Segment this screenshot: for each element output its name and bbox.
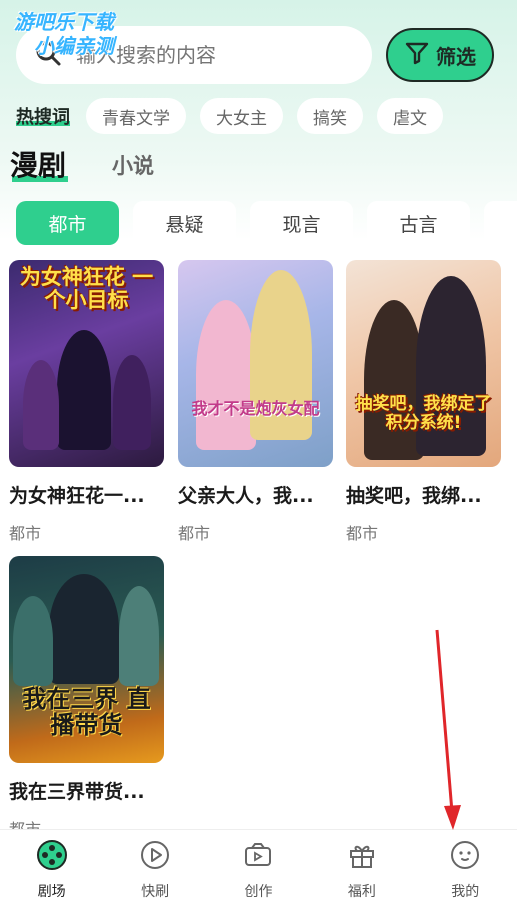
category-chip[interactable]: 现言	[250, 201, 353, 245]
nav-item-create[interactable]: 创作	[213, 839, 303, 901]
hot-chip[interactable]: 虐文	[377, 98, 443, 134]
drama-tag: 都市	[9, 524, 42, 543]
drama-tag: 都市	[178, 524, 211, 543]
hot-chip[interactable]: 青春文学	[86, 98, 186, 134]
content-tabs: 漫剧 小说	[10, 148, 154, 184]
drama-title: 我在三界带货...	[9, 781, 145, 803]
nav-label: 剧场	[37, 883, 66, 900]
category-chip[interactable]: 古言	[367, 201, 470, 245]
drama-title: 抽奖吧，我绑...	[346, 485, 482, 507]
hot-chip[interactable]: 大女主	[200, 98, 283, 134]
cover-art-title: 为女神狂花 一个小目标	[19, 265, 154, 313]
drama-card[interactable]: 我才不是炮灰女配 父亲大人，我... 都市	[178, 260, 333, 544]
filter-label: 筛选	[436, 44, 476, 69]
watermark: 游吧乐下载 小编亲测	[14, 10, 114, 58]
category-row: 都市 悬疑 现言 古言 宫	[16, 201, 517, 247]
nav-label: 快刷	[141, 883, 170, 900]
nav-label: 我的	[451, 883, 480, 900]
bottom-nav: 剧场 快刷 创作 福利 我的	[0, 829, 517, 909]
filter-icon	[404, 40, 430, 71]
drama-tag: 都市	[346, 524, 379, 543]
drama-cover[interactable]: 我在三界 直播带货	[9, 556, 164, 763]
nav-item-quick[interactable]: 快刷	[110, 839, 200, 901]
tab-manju[interactable]: 漫剧	[10, 148, 69, 184]
drama-card[interactable]: 为女神狂花 一个小目标 为女神狂花一... 都市	[9, 260, 164, 544]
drama-cover[interactable]: 为女神狂花 一个小目标	[9, 260, 164, 467]
category-chip[interactable]: 宫	[484, 201, 517, 245]
drama-card[interactable]: 我在三界 直播带货 我在三界带货... 都市	[9, 556, 164, 840]
hot-chip[interactable]: 搞笑	[297, 98, 363, 134]
cover-art-title: 抽奖吧，我绑定了积分系统!	[355, 394, 492, 433]
cover-art-title: 我才不是炮灰女配	[191, 399, 320, 418]
filter-button[interactable]: 筛选	[386, 28, 494, 82]
nav-item-mine[interactable]: 我的	[420, 839, 510, 901]
nav-label: 创作	[244, 883, 273, 900]
drama-cover[interactable]: 抽奖吧，我绑定了积分系统!	[346, 260, 501, 467]
drama-title: 父亲大人，我...	[178, 485, 314, 507]
gift-icon	[346, 839, 378, 875]
watermark-line2: 小编亲测	[34, 34, 114, 58]
nav-item-theater[interactable]: 剧场	[7, 839, 97, 901]
watermark-line1: 游吧乐下载	[14, 10, 114, 34]
nav-label: 福利	[347, 883, 376, 900]
category-chip[interactable]: 悬疑	[133, 201, 236, 245]
cover-art-title: 我在三界 直播带货	[22, 685, 151, 740]
play-icon	[139, 839, 171, 875]
film-reel-icon	[36, 839, 68, 875]
hot-search-label: 热搜词	[16, 107, 70, 128]
drama-title: 为女神狂花一...	[9, 485, 145, 507]
nav-item-welfare[interactable]: 福利	[317, 839, 407, 901]
search-input[interactable]	[76, 43, 356, 67]
hot-search-row: 热搜词 青春文学 大女主 搞笑 虐文	[16, 98, 517, 134]
smile-icon	[449, 839, 481, 875]
drama-cover[interactable]: 我才不是炮灰女配	[178, 260, 333, 467]
camera-icon	[242, 839, 274, 875]
category-chip-active[interactable]: 都市	[16, 201, 119, 245]
drama-card[interactable]: 抽奖吧，我绑定了积分系统! 抽奖吧，我绑... 都市	[346, 260, 501, 544]
tab-novel[interactable]: 小说	[112, 148, 154, 184]
